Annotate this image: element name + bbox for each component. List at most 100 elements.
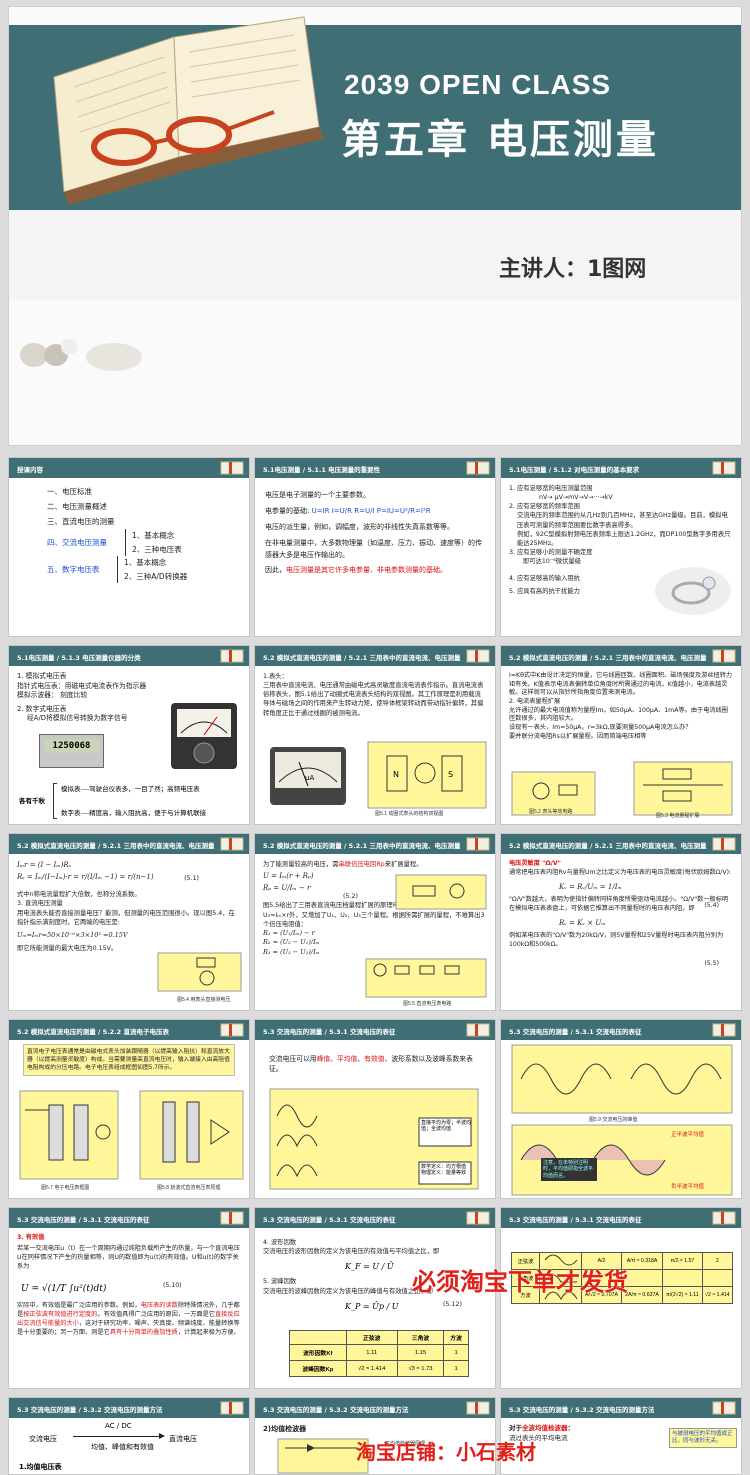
s3-l2c: 例如，92C型模拟射频电压表频率上限达1.2GHz，而DP100型数字多用表只能… — [517, 530, 731, 547]
s7-caption: 图5.4 用表头直接测电压 — [177, 997, 231, 1003]
s4-m2: 数字表----精度高，输入阻抗高，便于与计算机联接 — [61, 810, 207, 817]
s10-caption-2: 图5.8 斩波式直流电压表原理 — [157, 1185, 221, 1191]
slide-header: 授课内容 — [9, 458, 249, 478]
s8-formula-4: R₂ = (U₂ − U₁)/Iₘ — [263, 938, 320, 947]
toc-sub-5-1[interactable]: 1、基本概念 — [124, 556, 187, 570]
s8-formula-5: R₃ = (U₃ − U₂)/Iₘ — [263, 947, 320, 956]
toc-item-2[interactable]: 二、电压测量概述 — [47, 499, 241, 514]
s6-p3: 允许通过的最大电流值称为量程Im。如50μA、100μA、1mA等。由于电流线圈… — [509, 706, 728, 723]
s13-p2a: 实际中，有效值是最广泛应用的参数。例如， — [17, 1301, 141, 1309]
rms-formula: U = √(1/T ∫u²(t)dt) — [21, 1283, 107, 1294]
table-cell: 波形因数Kf — [289, 1344, 347, 1361]
svg-text:μA: μA — [305, 774, 314, 782]
slide-5-1-2: 5.1电压测量 / 5.1.2 对电压测量的基本要求 1. 应有足够宽的电压测量… — [500, 457, 742, 637]
slide-5-2-2: 5.2 模拟式直流电压的测量 / 5.2.2 直流电子电压表 直流电子电压表通常… — [8, 1019, 250, 1199]
toc-item-4[interactable]: 四、交流电压测量 — [47, 535, 125, 550]
toc-sub-4-2[interactable]: 2、三种电压表 — [132, 543, 182, 557]
s3-l1: 1. 应有足够宽的电压测量范围 — [509, 485, 593, 492]
s3-l1b: nV→ μV→mV→V→···→kV — [539, 494, 613, 502]
slide-5-3-1-e: 5.3 交流电压的测量 / 5.3.1 交流电压的表征 正弦波 A/2 A/π … — [500, 1207, 742, 1389]
table-header-cell: 方波 — [443, 1330, 469, 1345]
slide-5-3-2-c: 5.3 交流电压的测量 / 5.3.2 交流电压的测量方法 对于全波均值检波器：… — [500, 1397, 742, 1475]
table-cell: 1.11 — [345, 1344, 398, 1361]
s11-note-2: 数学定义：均方根值 物理定义：能量等效 — [421, 1164, 467, 1177]
s17-l1: 2)均值检波器 — [263, 1425, 307, 1433]
s13-eq: (5.10) — [163, 1282, 182, 1290]
table-cell — [662, 1269, 703, 1287]
book-flag-icon — [712, 461, 736, 475]
book-flag-icon — [466, 649, 490, 663]
cover-chinese-title: 第五章 电压测量 — [341, 117, 659, 163]
slide-5-3-1-a: 5.3 交流电压的测量 / 5.3.1 交流电压的表征 交流电压可以用峰值、平均… — [254, 1019, 496, 1199]
book-flag-icon — [220, 649, 244, 663]
form-factor-formula: K_F = U / Ū — [344, 1262, 394, 1271]
s11-rms: 有效值 — [364, 1055, 385, 1063]
slide-toc: 授课内容 一、电压标准 二、电压测量概述 三、直流电压的测量 四、交流电压测量 … — [8, 457, 250, 637]
s18-p1c: ： — [567, 1424, 575, 1432]
slide-5-2-1-d: 5.2 模拟式直流电压的测量 / 5.2.1 三用表中的直流电流、电压测量 为了… — [254, 833, 496, 1011]
book-flag-icon — [712, 649, 736, 663]
table-header-cell: 三角波 — [396, 1330, 445, 1345]
s7-p2: 3. 直流电压测量 — [17, 900, 63, 908]
pearl-jewelry-image — [20, 339, 142, 371]
s7-eq-number: (5.1) — [184, 875, 199, 882]
multiplier-circuit — [395, 874, 487, 910]
toc-sub-5-2[interactable]: 2、三种A/D转换器 — [124, 570, 187, 584]
ring-jewelry-image — [655, 567, 731, 615]
slide-header: 5.3 交流电压的测量 / 5.3.1 交流电压的表征 — [255, 1020, 495, 1040]
s12-caption: 图5.9 交流电压的峰值 — [589, 1117, 638, 1123]
slide-header: 5.3 交流电压的测量 / 5.3.2 交流电压的测量方法 — [255, 1398, 495, 1418]
toc-item-3[interactable]: 三、直流电压的测量 — [47, 514, 241, 529]
s5-p1: 1.表头： — [263, 673, 288, 680]
s8-p1b: 串联倍压电阻Rp — [338, 861, 385, 868]
cover-speaker: 主讲人：1图网 — [499, 257, 647, 282]
s9-eq1: (5.4) — [704, 902, 719, 909]
s13-p2e: 。有效值具得广泛应用的原因，一方面是它 — [97, 1310, 215, 1318]
s4-l1c: 模拟示波器： 刻度比较 — [17, 691, 88, 700]
table-cell: 波峰因数Kp — [289, 1360, 347, 1377]
table-cell: π/(2√2) ≈ 1.11 — [662, 1286, 703, 1304]
range-extension-circuit — [633, 761, 733, 816]
slide-header: 5.1电压测量 / 5.1.1 电压测量的重要性 — [255, 458, 495, 478]
slide-header: 5.3 交流电压的测量 / 5.3.1 交流电压的表征 — [255, 1208, 495, 1228]
s2-p3: 电压的派生量，例如，调幅度，波形的非线性失真系数等等。 — [265, 522, 454, 531]
crest-factor-formula: K_P = Ûp / U — [344, 1302, 399, 1311]
slide-5-2-1-a: 5.2 模拟式直流电压的测量 / 5.2.1 三用表中的直流电流、电压测量 1.… — [254, 645, 496, 825]
book-flag-icon — [712, 1211, 736, 1225]
book-flag-icon — [712, 1023, 736, 1037]
digital-meter-display: 1250068 — [39, 734, 104, 768]
s8-p1a: 为了能测量较高的电压，需 — [263, 861, 339, 868]
ammeter-photo: μA — [270, 747, 346, 805]
book-flag-icon — [466, 461, 490, 475]
slide-header: 5.2 模拟式直流电压的测量 / 5.2.1 三用表中的直流电流、电压测量 — [501, 646, 741, 666]
s11-avg: 平均值 — [336, 1055, 358, 1063]
slide-header: 5.3 交流电压的测量 / 5.3.1 交流电压的表征 — [501, 1208, 741, 1228]
toc-item-5[interactable]: 五、数字电压表 — [47, 562, 117, 577]
slide-header: 5.3 交流电压的测量 / 5.3.1 交流电压的表征 — [9, 1208, 249, 1228]
book-flag-icon — [466, 1023, 490, 1037]
s7-p1: 式中n称电流量程扩大倍数，也称分流系数。 — [17, 891, 141, 899]
s10-p1: 直流电子电压表通常是由磁电式表头加装跟随器（以提高输入阻抗）和直流放大器（以提高… — [23, 1044, 235, 1077]
s13-p2i: ，计算起来极为方便。 — [177, 1328, 240, 1336]
s18-p1b: 全波均值检波器 — [522, 1424, 568, 1432]
shop-watermark-2: 淘宝店铺：小石素材 — [356, 1440, 536, 1464]
book-flag-icon — [466, 1211, 490, 1225]
book-flag-icon — [220, 1401, 244, 1415]
s6-caption-2: 图5.3 电流量程扩展 — [656, 813, 700, 819]
slide-header: 5.1电压测量 / 5.1.2 对电压测量的基本要求 — [501, 458, 741, 478]
table-cell: π/2 ≈ 1.57 — [662, 1252, 703, 1270]
s9-p2: 通常把电压表内阻Rv与量程Um之比定义为电压表的电压灵敏度(每伏欧姆数Ω/V): — [509, 868, 732, 876]
svg-text:N: N — [393, 770, 399, 779]
slide-header: 5.2 模拟式直流电压的测量 / 5.2.1 三用表中的直流电流、电压测量 — [501, 834, 741, 854]
toc-sub-4-1[interactable]: 1、基本概念 — [132, 529, 182, 543]
s9-p3: "Ω/V"数越大，表明为使指针偏转同样角度所需驱动电流越小。"Ω/V"数一般标明… — [509, 896, 729, 913]
s2-p4: 在非电量测量中，大多数物理量（如温度、压力、振动、速度等）的传感器大多是电压作输… — [265, 538, 482, 559]
slide-5-3-2-a: 5.3 交流电压的测量 / 5.3.2 交流电压的测量方法 AC / DC 交流… — [8, 1397, 250, 1475]
s11-sep1: 、 — [330, 1055, 337, 1063]
s8-eq-number: (5.2) — [343, 893, 358, 900]
toc-item-1[interactable]: 一、电压标准 — [47, 484, 241, 499]
slide-5-2-1-e: 5.2 模拟式直流电压的测量 / 5.2.1 三用表中的直流电流、电压测量 电压… — [500, 833, 742, 1011]
s16-l1: 1.均值电压表 — [19, 1463, 62, 1471]
s11-p1a: 交流电压可以用 — [269, 1055, 317, 1063]
s14-p2: 交流电压的波形因数的定义为该电压的有效值与平均值之比，即 — [263, 1248, 440, 1256]
